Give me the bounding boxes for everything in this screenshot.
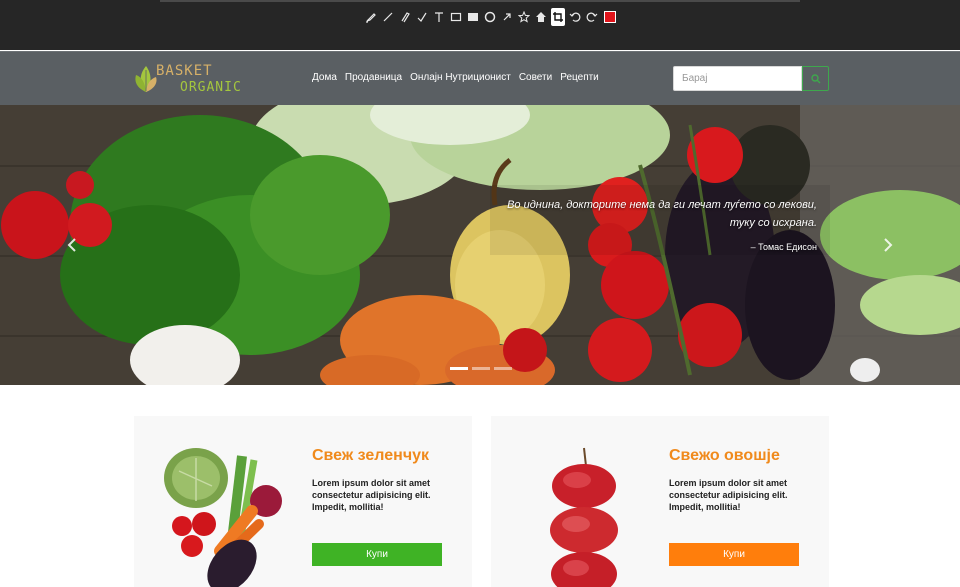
chevron-left-icon bbox=[67, 238, 76, 252]
search-form bbox=[673, 66, 829, 91]
star-icon[interactable] bbox=[517, 8, 531, 26]
annotation-toolbar bbox=[0, 0, 960, 50]
search-input[interactable] bbox=[673, 66, 802, 91]
logo-text-organic: ORGANIC bbox=[180, 80, 242, 95]
basket-organic-logo[interactable]: BASKET ORGANIC bbox=[134, 60, 244, 98]
nav-link-online-nutritionist[interactable]: Онлајн Нутриционист bbox=[410, 72, 511, 83]
logo-text-basket: BASKET bbox=[156, 63, 213, 79]
apples-image bbox=[550, 447, 618, 587]
product-description: Lorem ipsum dolor sit amet consectetur a… bbox=[312, 478, 431, 512]
crop-icon[interactable] bbox=[551, 8, 565, 26]
color-swatch[interactable] bbox=[604, 11, 616, 23]
line-icon[interactable] bbox=[381, 8, 395, 26]
carousel-indicator-3[interactable] bbox=[494, 367, 512, 370]
chevron-right-icon bbox=[884, 238, 893, 252]
main-navbar: BASKET ORGANIC Дома Продавница Онлајн Ну… bbox=[0, 51, 960, 105]
carousel-indicator-2[interactable] bbox=[472, 367, 490, 370]
product-description: Lorem ipsum dolor sit amet consectetur a… bbox=[669, 478, 788, 512]
hero-quote-author: – Томас Едисон bbox=[750, 242, 817, 252]
leaf-icon bbox=[135, 66, 157, 92]
filled-rectangle-icon[interactable] bbox=[466, 8, 480, 26]
nav-link-home[interactable]: Дома bbox=[312, 72, 337, 83]
highlighter-icon[interactable] bbox=[415, 8, 429, 26]
carousel-prev-button[interactable] bbox=[62, 233, 82, 257]
toolbar-divider bbox=[160, 0, 800, 2]
stamp-icon[interactable] bbox=[534, 8, 548, 26]
product-title: Свежо овошје bbox=[669, 447, 780, 464]
carousel-indicator-1[interactable] bbox=[450, 367, 468, 370]
product-card-fruit: Свежо овошје Lorem ipsum dolor sit amet … bbox=[491, 416, 829, 587]
nav-links: Дома Продавница Онлајн Нутриционист Сове… bbox=[312, 72, 599, 83]
marker-icon[interactable] bbox=[398, 8, 412, 26]
nav-link-recipes[interactable]: Рецепти bbox=[560, 72, 599, 83]
search-button[interactable] bbox=[802, 66, 829, 91]
carousel-next-button[interactable] bbox=[878, 233, 898, 257]
rectangle-icon[interactable] bbox=[449, 8, 463, 26]
buy-vegetables-button[interactable]: Купи bbox=[312, 543, 442, 566]
undo-icon[interactable] bbox=[568, 8, 582, 26]
product-title: Свеж зеленчук bbox=[312, 447, 430, 464]
pen-icon[interactable] bbox=[364, 8, 378, 26]
arrow-icon[interactable] bbox=[500, 8, 514, 26]
toolbar-tools bbox=[364, 7, 616, 27]
vegetables-image bbox=[164, 448, 282, 587]
carousel-indicators bbox=[450, 367, 512, 370]
hero-quote-line-2: туку со исхрана. bbox=[729, 217, 817, 229]
nav-link-tips[interactable]: Совети bbox=[519, 72, 552, 83]
hero-carousel: Во иднина, докторите нема да ги лечат лу… bbox=[0, 105, 960, 385]
circle-icon[interactable] bbox=[483, 8, 497, 26]
redo-icon[interactable] bbox=[585, 8, 599, 26]
product-card-vegetables: Свеж зеленчук Lorem ipsum dolor sit amet… bbox=[134, 416, 472, 587]
search-icon bbox=[810, 73, 820, 83]
hero-quote: Во иднина, докторите нема да ги лечат лу… bbox=[487, 196, 817, 232]
buy-fruit-button[interactable]: Купи bbox=[669, 543, 799, 566]
nav-link-shop[interactable]: Продавница bbox=[345, 72, 402, 83]
hero-quote-line-1: Во иднина, докторите нема да ги лечат лу… bbox=[507, 199, 817, 211]
text-icon[interactable] bbox=[432, 8, 446, 26]
